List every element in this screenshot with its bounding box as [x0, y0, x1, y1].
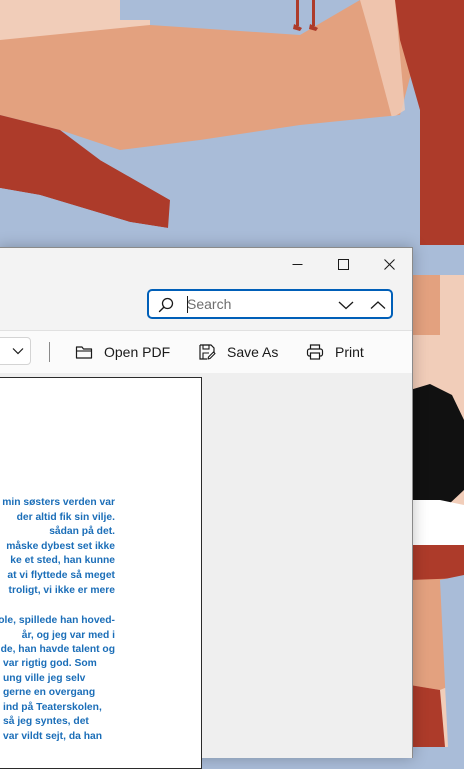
text-line: de, han havde talent og	[0, 644, 115, 656]
document-paragraph: ole, spillede han hoved- år, og jeg var …	[0, 614, 115, 658]
chevron-up-icon	[370, 301, 386, 309]
close-button[interactable]	[366, 248, 412, 280]
pdf-page[interactable]: min søsters verden var der altid fik sin…	[0, 377, 202, 769]
search-box[interactable]	[147, 289, 393, 319]
document-paragraph: min søsters verden var der altid fik sin…	[0, 496, 115, 598]
text-line: var vildt sejt, da han	[3, 730, 102, 742]
save-as-button[interactable]: Save As	[198, 337, 278, 367]
save-as-icon	[199, 344, 216, 360]
text-line: min søsters verden var	[2, 497, 115, 508]
print-label: Print	[335, 344, 364, 360]
text-line: så jeg syntes, det	[3, 716, 89, 728]
text-line: troligt, vi ikke er mere	[8, 584, 115, 596]
print-button[interactable]: Print	[306, 337, 364, 367]
chevron-down-icon	[12, 348, 24, 355]
text-line: ke et sted, han kunne	[10, 555, 115, 567]
text-line: ole, spillede han hoved-	[0, 615, 115, 626]
text-line: gerne en overgang	[3, 687, 96, 699]
open-pdf-label: Open PDF	[104, 344, 171, 360]
toolbar-divider	[49, 342, 50, 362]
text-line: ind på Teaterskolen,	[3, 701, 102, 713]
open-pdf-button[interactable]: Open PDF	[75, 337, 170, 367]
minimize-button[interactable]	[274, 248, 320, 280]
document-area[interactable]: min søsters verden var der altid fik sin…	[0, 373, 412, 769]
search-icon	[158, 297, 174, 313]
title-bar[interactable]	[0, 248, 412, 280]
text-line: ung ville jeg selv	[3, 672, 86, 684]
save-as-label: Save As	[227, 344, 279, 360]
printer-icon	[306, 344, 324, 360]
close-icon	[383, 258, 395, 270]
find-next-button[interactable]	[367, 295, 389, 315]
chevron-down-icon	[338, 301, 354, 310]
folder-icon	[75, 346, 93, 359]
find-previous-button[interactable]	[335, 295, 357, 315]
zoom-dropdown[interactable]	[0, 337, 31, 365]
text-line: der altid fik sin vilje.	[16, 511, 115, 523]
pdf-viewer-window: Open PDF Save As Print min søsters	[0, 247, 413, 769]
text-cursor	[187, 296, 188, 313]
text-line: år, og jeg var med i	[21, 629, 115, 641]
maximize-button[interactable]	[320, 248, 366, 280]
text-line: måske dybest set ikke	[6, 540, 115, 552]
minimize-icon	[292, 263, 302, 265]
text-line: var rigtig god. Som	[3, 658, 97, 669]
document-paragraph: var rigtig god. Som ung ville jeg selv g…	[3, 657, 113, 745]
toolbar: Open PDF Save As Print	[0, 330, 412, 374]
maximize-icon	[337, 258, 349, 270]
search-input[interactable]	[187, 295, 317, 313]
text-line: at vi flyttede så meget	[7, 569, 115, 581]
text-line: sådan på det.	[49, 526, 115, 538]
